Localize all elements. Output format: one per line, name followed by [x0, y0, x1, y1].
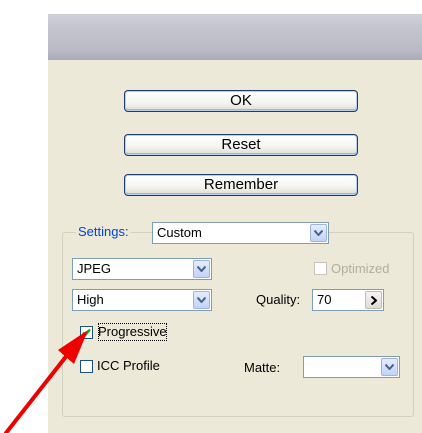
- annotation-arrow-icon: [4, 330, 88, 433]
